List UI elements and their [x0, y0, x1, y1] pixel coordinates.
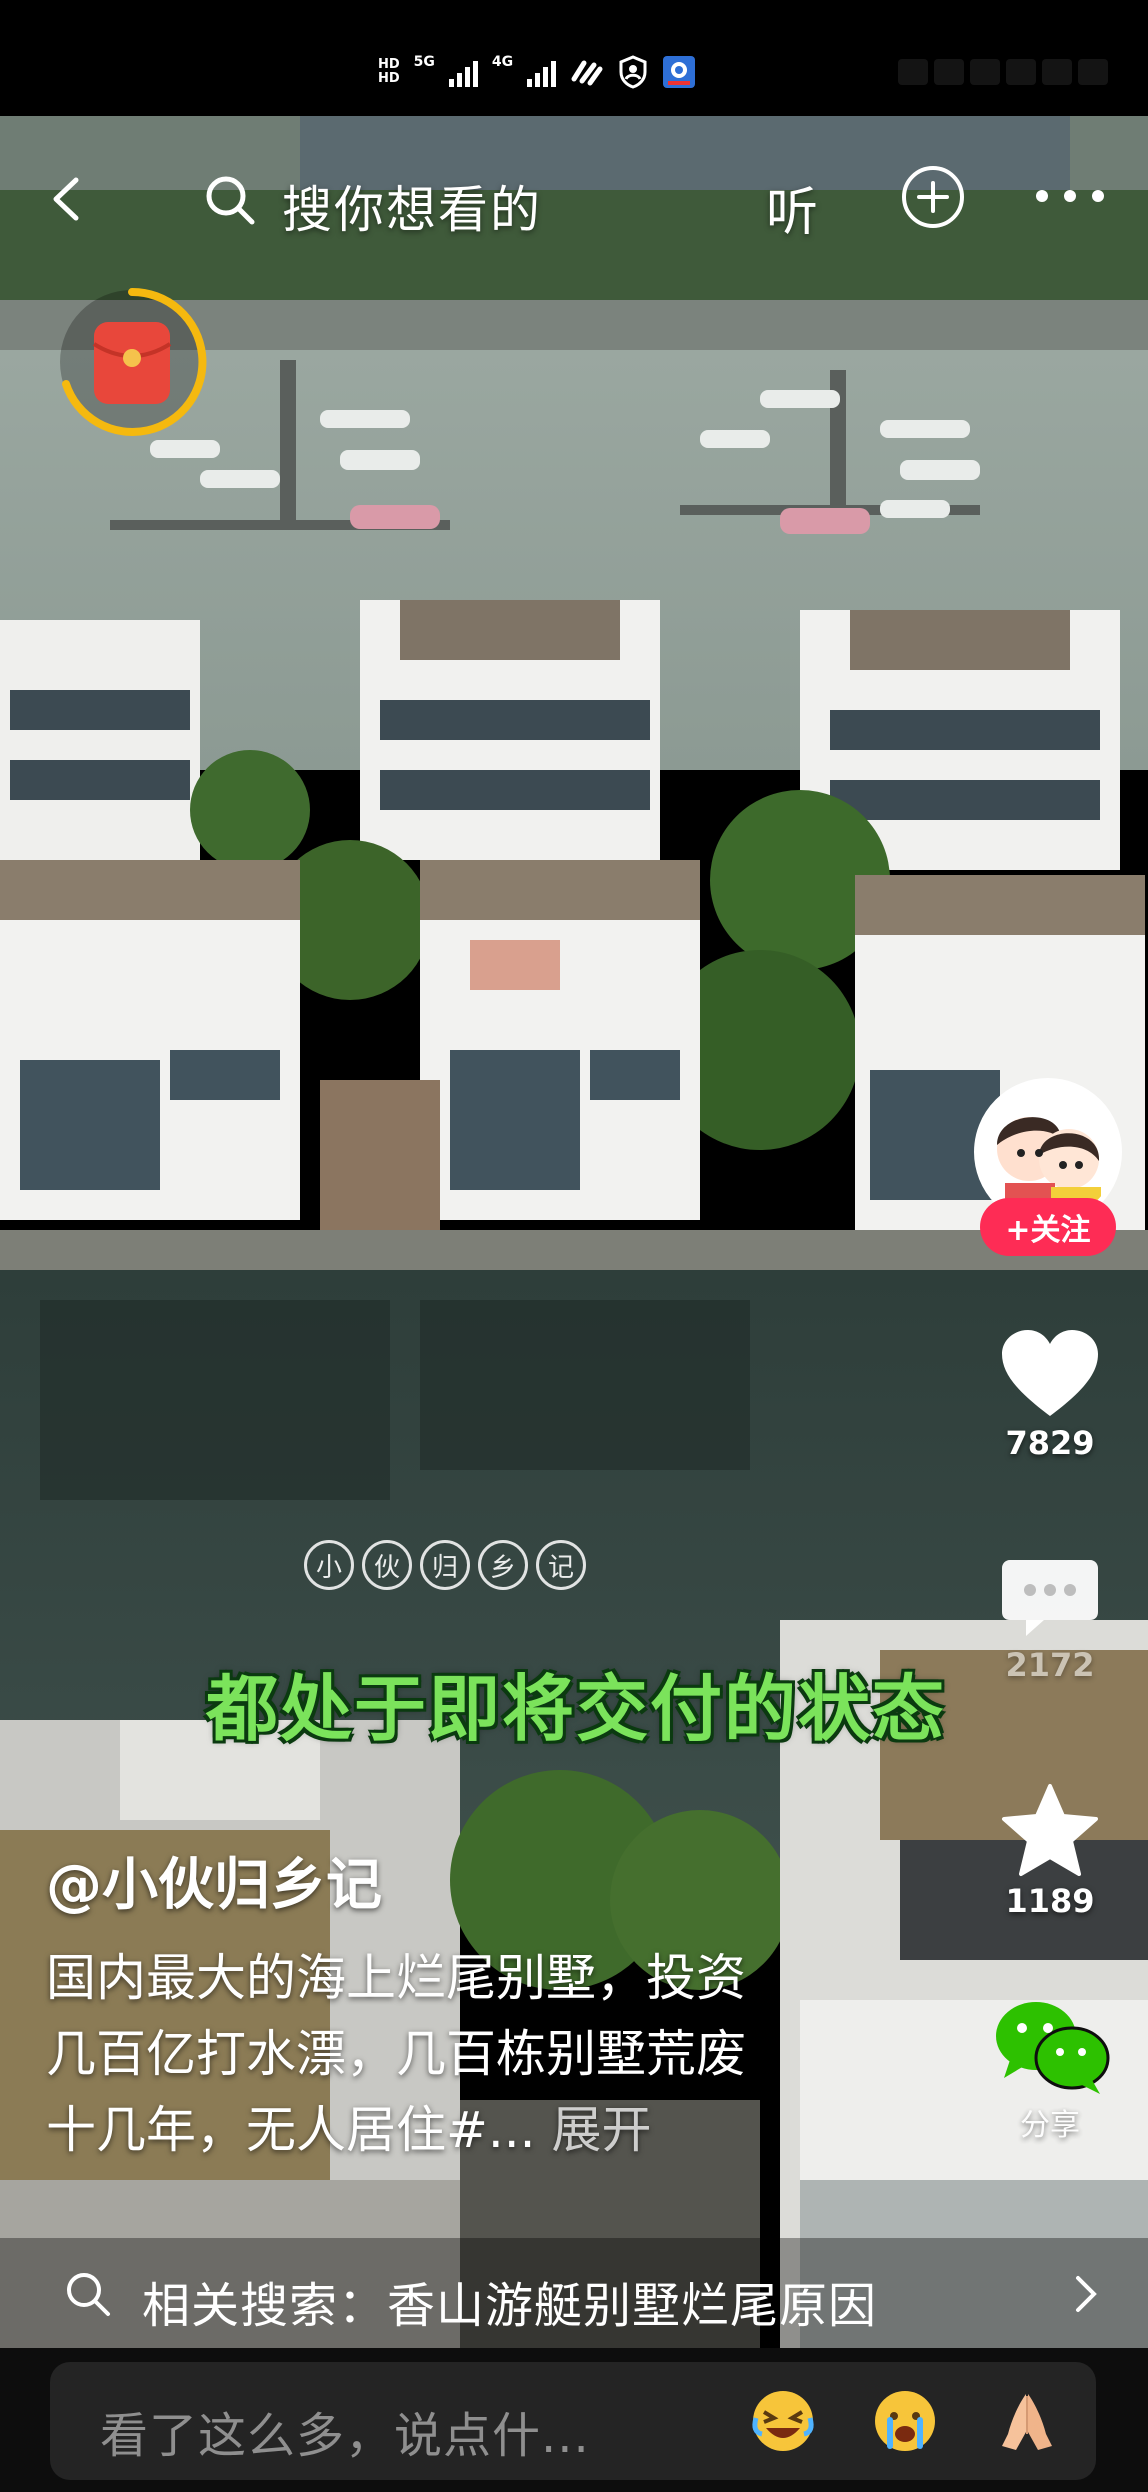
bottom-comment-bar: 看了这么多，说点什... [0, 2348, 1148, 2492]
description-line: 十几年，无人居住#... [46, 2101, 536, 2159]
video-subtitle: 都处于即将交付的状态 [206, 1667, 947, 1751]
share-label: 分享 [1020, 2108, 1080, 2143]
like-count: 7829 [1005, 1424, 1095, 1462]
watermark-char: 伙 [362, 1540, 412, 1590]
chevron-right-icon [1076, 2276, 1097, 2312]
add-circle-icon[interactable] [900, 164, 966, 230]
hd-indicator: HD HD [378, 57, 400, 86]
status-bar: HD HD 5G 4G [0, 0, 1148, 116]
star-icon[interactable] [1000, 1782, 1100, 1878]
status-icons: HD HD 5G 4G [378, 52, 696, 92]
shield-icon [619, 55, 647, 89]
comment-bubble-icon[interactable] [1000, 1556, 1100, 1642]
signal-bars-icon [448, 57, 478, 87]
video-description[interactable]: 国内最大的海上烂尾别墅，投资 几百亿打水漂，几百栋别墅荒废 十几年，无人居住#.… [46, 1940, 906, 2168]
channel-watermark: 小 伙 归 乡 记 [304, 1540, 586, 1590]
search-input[interactable]: 搜你想看的 [282, 170, 542, 242]
wechat-share-icon[interactable] [990, 1996, 1114, 2096]
comment-placeholder: 看了这么多，说点什... [100, 2408, 590, 2464]
watermark-char: 归 [420, 1540, 470, 1590]
search-icon[interactable] [202, 172, 258, 228]
follow-button[interactable]: +关注 [980, 1198, 1116, 1256]
network-5g-label: 5G [413, 54, 435, 70]
comment-action[interactable]: 2172 [990, 1556, 1110, 1684]
share-action[interactable]: 分享 [990, 1996, 1110, 2144]
related-search-bar[interactable]: 相关搜索：香山游艇别墅烂尾原因 [0, 2238, 1148, 2348]
search-icon [67, 2273, 110, 2316]
watermark-char: 记 [536, 1540, 586, 1590]
laughing-emoji-icon[interactable] [750, 2388, 816, 2454]
like-action[interactable]: 7829 [990, 1326, 1110, 1462]
expand-link[interactable]: 展开 [551, 2101, 651, 2159]
back-chevron-icon[interactable] [46, 174, 86, 224]
description-line: 几百亿打水漂，几百栋别墅荒废 [46, 2025, 746, 2083]
author-name[interactable]: @小伙归乡记 [46, 1840, 382, 1921]
status-right-icons [898, 52, 1108, 92]
signal-bars-2-icon [527, 57, 557, 87]
comment-input[interactable]: 看了这么多，说点什... [50, 2362, 1096, 2480]
description-line: 国内最大的海上烂尾别墅，投资 [46, 1949, 746, 2007]
comment-count: 2172 [1005, 1646, 1095, 1684]
wifi-icon [571, 60, 603, 86]
description-line-3: 十几年，无人居住#... 展开 [46, 2092, 906, 2168]
more-dots-icon[interactable] [1032, 186, 1108, 206]
related-search-text: 相关搜索：香山游艇别墅烂尾原因 [142, 2278, 878, 2334]
red-packet-reward-icon[interactable] [54, 284, 210, 440]
crying-emoji-icon[interactable] [872, 2388, 938, 2454]
network-4g-label: 4G [491, 54, 514, 70]
app-notification-icon [663, 56, 696, 88]
heart-icon[interactable] [998, 1326, 1102, 1420]
watermark-char: 乡 [478, 1540, 528, 1590]
praying-hands-emoji-icon[interactable] [994, 2388, 1060, 2454]
watermark-char: 小 [304, 1540, 354, 1590]
favorite-count: 1189 [1005, 1882, 1095, 1920]
listen-button[interactable]: 听 [766, 170, 818, 245]
top-nav: 搜你想看的 听 [0, 150, 1148, 250]
favorite-action[interactable]: 1189 [990, 1782, 1110, 1920]
